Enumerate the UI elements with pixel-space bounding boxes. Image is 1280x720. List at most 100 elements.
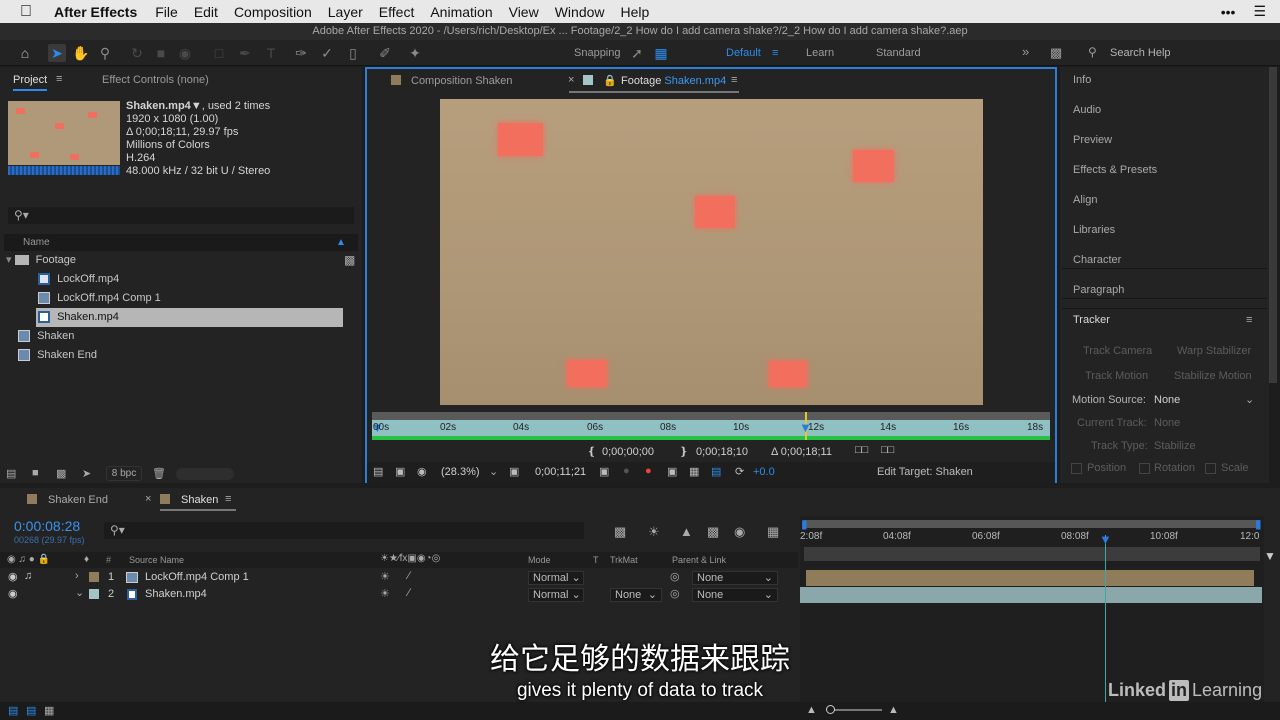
panel-preview[interactable]: Preview bbox=[1073, 134, 1112, 146]
comp-mini-flowchart-icon[interactable]: ▩ bbox=[614, 524, 626, 540]
transfer-controls-toggle-icon[interactable]: ▤ bbox=[26, 704, 36, 717]
list-icon[interactable]: ☰ bbox=[1253, 3, 1266, 20]
position-checkbox[interactable] bbox=[1071, 463, 1082, 474]
close-tab-icon[interactable]: × bbox=[145, 493, 151, 505]
menu-layer[interactable]: Layer bbox=[320, 4, 371, 20]
panel-libraries[interactable]: Libraries bbox=[1073, 224, 1115, 236]
menu-composition[interactable]: Composition bbox=[226, 4, 320, 20]
footage-time-ruler[interactable] bbox=[372, 420, 1050, 436]
frame-blending-icon[interactable]: ▩ bbox=[707, 524, 719, 540]
panel-audio[interactable]: Audio bbox=[1073, 104, 1101, 116]
quality-switch-icon[interactable]: ∕ bbox=[408, 570, 410, 582]
monitor-icon[interactable]: ▣ bbox=[395, 465, 405, 478]
trkmat-header[interactable]: TrkMat bbox=[610, 555, 638, 565]
project-item-lockoff-comp[interactable]: LockOff.mp4 Comp 1 bbox=[38, 289, 161, 308]
panel-align[interactable]: Align bbox=[1073, 194, 1097, 206]
panel-paragraph[interactable]: Paragraph bbox=[1073, 284, 1124, 296]
overlay-edit-icon[interactable]: □□ bbox=[881, 444, 894, 456]
chevron-down-icon[interactable]: ⌄ bbox=[1245, 393, 1254, 406]
selection-tool-icon[interactable]: ➤ bbox=[48, 44, 66, 62]
tab-shaken-end[interactable]: Shaken End bbox=[48, 494, 108, 506]
workspace-default[interactable]: Default bbox=[726, 47, 761, 59]
work-area-bar[interactable] bbox=[804, 547, 1260, 561]
more-icon[interactable]: ••• bbox=[1221, 4, 1236, 20]
zoom-tool-icon[interactable]: ⚲ bbox=[96, 44, 114, 62]
view-options-icon[interactable]: ▤ bbox=[711, 465, 721, 478]
home-icon[interactable]: ⌂ bbox=[16, 44, 34, 62]
always-preview-icon[interactable]: ▤ bbox=[373, 465, 383, 478]
work-area-bar[interactable] bbox=[372, 412, 1050, 420]
mode-dropdown[interactable]: Normal ⌄ bbox=[528, 588, 584, 602]
new-composition-icon[interactable]: ▩ bbox=[56, 467, 66, 480]
close-tab-icon[interactable]: × bbox=[568, 74, 574, 86]
quality-switch-icon[interactable]: ∕ bbox=[408, 587, 410, 599]
safe-margins-icon[interactable]: ▣ bbox=[509, 465, 519, 478]
more-workspaces-icon[interactable]: » bbox=[1022, 44, 1029, 59]
label-color-swatch[interactable] bbox=[89, 589, 99, 599]
out-time[interactable]: 0;00;18;10 bbox=[696, 446, 748, 458]
in-out-duration-toggle-icon[interactable]: ▦ bbox=[44, 704, 54, 717]
panel-menu-icon[interactable]: ≡ bbox=[56, 73, 62, 85]
tab-project[interactable]: Project bbox=[13, 74, 47, 86]
panel-menu-icon[interactable]: ≡ bbox=[225, 493, 231, 505]
tracker-menu-icon[interactable]: ≡ bbox=[1246, 314, 1252, 326]
panel-character[interactable]: Character bbox=[1073, 254, 1121, 266]
menu-file[interactable]: File bbox=[147, 4, 186, 20]
shy-switch-icon[interactable]: ☀ bbox=[380, 587, 390, 600]
clone-stamp-tool-icon[interactable]: ✓ bbox=[318, 44, 336, 62]
adjust-settings-icon[interactable]: ➤ bbox=[82, 467, 91, 480]
audio-speaker-icon[interactable]: ♫ bbox=[24, 570, 32, 582]
disclosure-icon[interactable]: ▾ bbox=[6, 254, 12, 266]
time-navigator[interactable] bbox=[804, 520, 1260, 528]
project-item-shaken-end[interactable]: Shaken End bbox=[18, 346, 97, 365]
tab-effect-controls[interactable]: Effect Controls (none) bbox=[102, 74, 209, 86]
snap-option-icon[interactable]: ➚ bbox=[628, 44, 646, 62]
pan-behind-tool-icon[interactable]: ◉ bbox=[176, 44, 194, 62]
in-time[interactable]: 0;00;00;00 bbox=[602, 446, 654, 458]
zoom-level-dropdown[interactable]: (28.3%) bbox=[441, 466, 480, 478]
project-item-shaken-mp4[interactable]: Shaken.mp4 bbox=[36, 308, 343, 327]
scale-checkbox[interactable] bbox=[1205, 463, 1216, 474]
panel-effects-presets[interactable]: Effects & Presets bbox=[1073, 164, 1157, 176]
brush-tool-icon[interactable]: ✑ bbox=[292, 44, 310, 62]
camera-tool-icon[interactable]: ■ bbox=[152, 44, 170, 62]
snap-grid-icon[interactable]: ▦ bbox=[652, 44, 670, 62]
pick-whip-icon[interactable]: ◎ bbox=[670, 570, 680, 583]
workspace-menu-icon[interactable]: ≡ bbox=[772, 47, 778, 59]
vr-icon[interactable]: ◉ bbox=[417, 465, 427, 478]
puppet-pin-tool-icon[interactable]: ✦ bbox=[406, 44, 424, 62]
source-name-header[interactable]: Source Name bbox=[129, 555, 184, 565]
menu-animation[interactable]: Animation bbox=[422, 4, 500, 20]
navigator-end-handle[interactable]: ▮ bbox=[1255, 517, 1262, 531]
stabilize-motion-button[interactable]: Stabilize Motion bbox=[1174, 370, 1252, 382]
timeline-search-input[interactable]: ⚲▾ bbox=[104, 522, 584, 539]
shy-layers-icon[interactable]: ▲ bbox=[680, 524, 693, 539]
zoom-out-icon[interactable]: ▲ bbox=[806, 704, 817, 716]
menu-edit[interactable]: Edit bbox=[186, 4, 226, 20]
exposure-value[interactable]: +0.0 bbox=[753, 466, 775, 478]
workspace-learn[interactable]: Learn bbox=[806, 47, 834, 59]
out-point-bracket-icon[interactable]: ❵ bbox=[679, 445, 688, 458]
thumbnail-slider[interactable] bbox=[176, 468, 234, 480]
mode-header[interactable]: Mode bbox=[528, 555, 551, 565]
bit-depth-button[interactable]: 8 bpc bbox=[106, 466, 142, 481]
panel-info[interactable]: Info bbox=[1073, 74, 1091, 86]
navigator-start-handle[interactable]: ▮ bbox=[801, 517, 808, 531]
track-camera-button[interactable]: Track Camera bbox=[1083, 345, 1152, 357]
trkmat-dropdown[interactable]: None ⌄ bbox=[610, 588, 662, 602]
menu-view[interactable]: View bbox=[501, 4, 547, 20]
current-timecode[interactable]: 0:00:08:28 bbox=[14, 518, 80, 534]
layer-row-2[interactable]: ◉ ⌄ 2 Shaken.mp4 ☀ ∕ Normal ⌄ None ⌄ ◎ No… bbox=[0, 586, 798, 603]
menu-help[interactable]: Help bbox=[613, 4, 658, 20]
tab-footage-shaken[interactable]: Footage Shaken.mp4 bbox=[621, 75, 726, 87]
roto-brush-tool-icon[interactable]: ✐ bbox=[376, 44, 394, 62]
new-folder-icon[interactable]: ■ bbox=[32, 467, 39, 479]
project-item-footage[interactable]: ▾ Footage bbox=[6, 251, 76, 270]
current-track-dropdown[interactable]: None bbox=[1154, 417, 1180, 429]
layer-2-bar[interactable] bbox=[800, 587, 1262, 603]
menu-window[interactable]: Window bbox=[547, 4, 613, 20]
hand-tool-icon[interactable]: ✋ bbox=[72, 44, 90, 62]
graph-editor-icon[interactable]: ▦ bbox=[767, 524, 779, 540]
sort-arrow-icon[interactable]: ▲ bbox=[336, 237, 346, 248]
disclosure-icon[interactable]: ⌄ bbox=[75, 586, 84, 599]
